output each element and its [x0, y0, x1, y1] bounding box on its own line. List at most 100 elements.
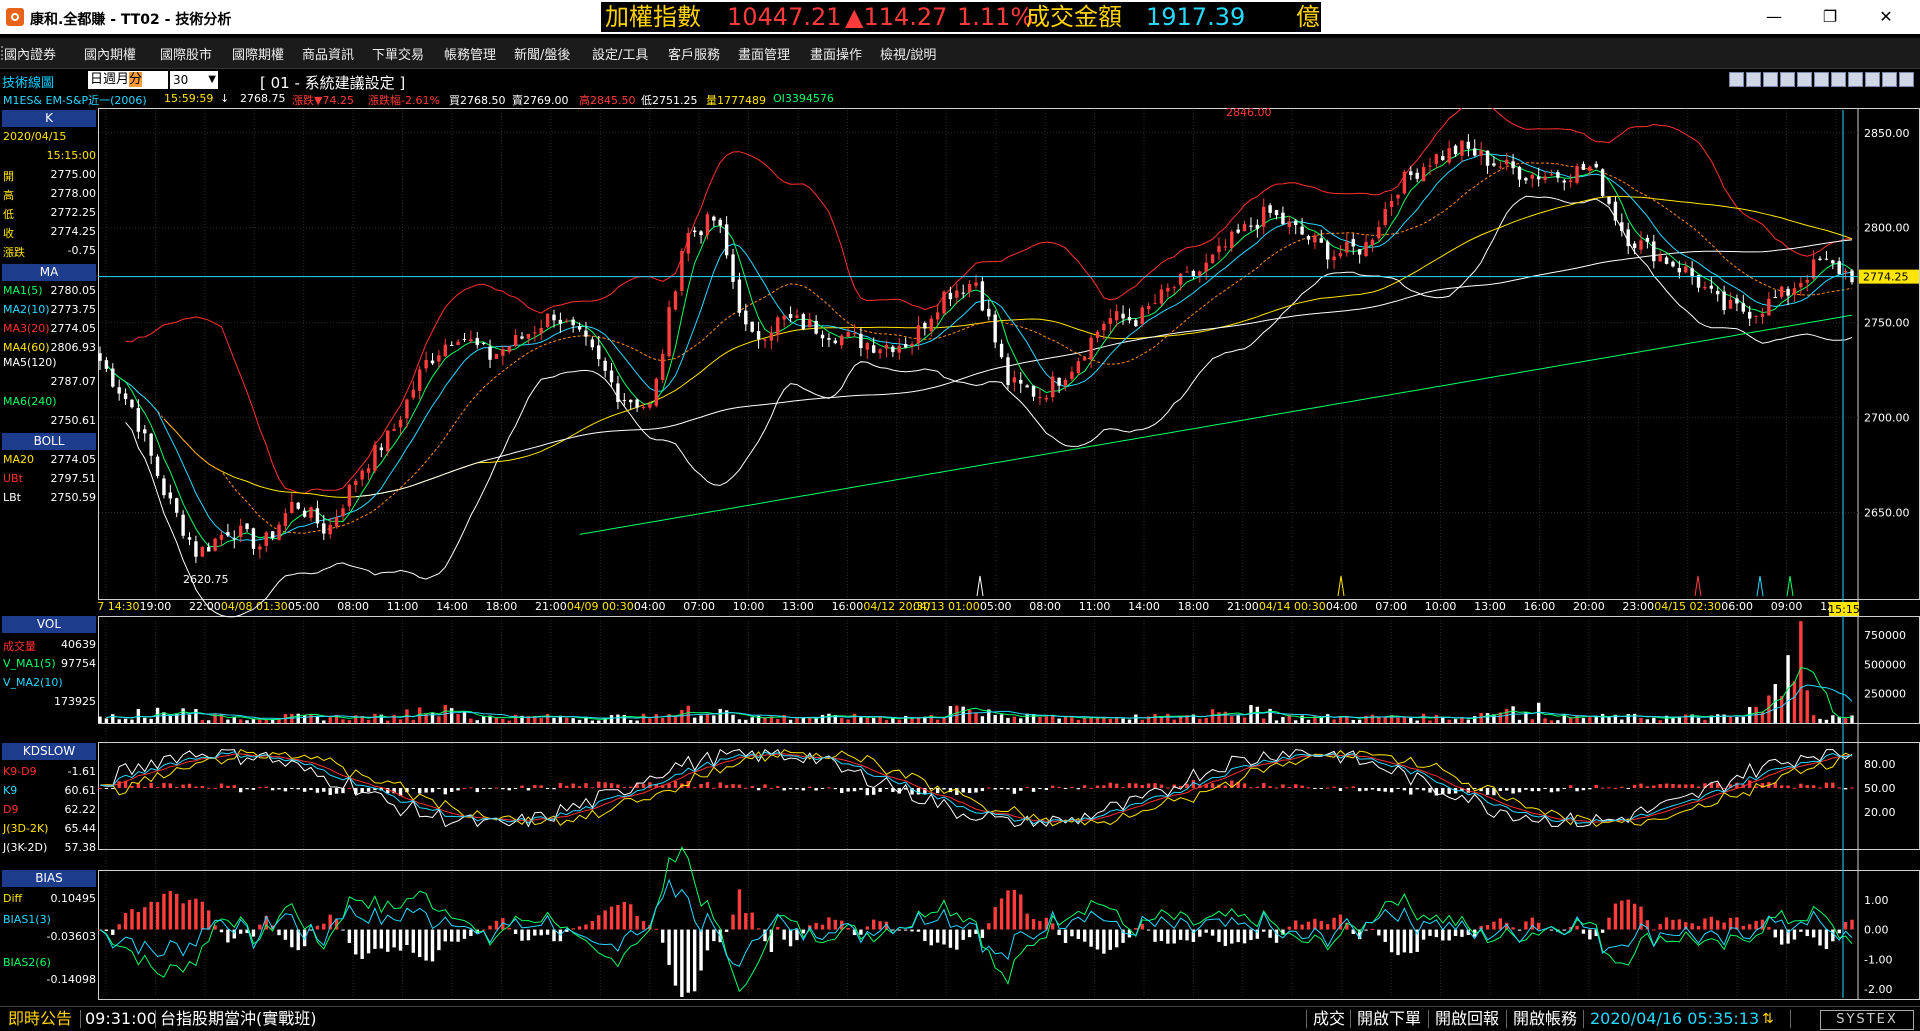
period-option-week[interactable]: 週 — [103, 72, 116, 87]
time-tick-9: 21:00 — [535, 600, 567, 613]
candle-body — [533, 332, 537, 334]
kd-diff-bar — [993, 788, 997, 790]
print-icon[interactable] — [1831, 72, 1846, 87]
candle-body — [1664, 257, 1669, 264]
bias-diff-bar — [315, 925, 320, 930]
plus-icon[interactable] — [1763, 72, 1778, 87]
candle-body — [814, 320, 818, 334]
kd-diff-bar — [1639, 783, 1643, 788]
menu-item-5[interactable]: 下單交易 — [372, 44, 424, 63]
bias-diff-bar — [1012, 889, 1017, 930]
bias-diff-bar — [1709, 916, 1714, 930]
menu-item-9[interactable]: 客戶服務 — [668, 44, 720, 63]
menu-item-6[interactable]: 帳務管理 — [444, 44, 496, 63]
bias-diff-bar — [449, 929, 454, 942]
boll-label-2: LBt — [3, 491, 21, 504]
bias-diff-bar — [1402, 929, 1407, 953]
candle-body — [194, 541, 198, 557]
menu-item-4[interactable]: 商品資訊 — [302, 44, 354, 63]
bias-diff-bar — [654, 928, 658, 930]
crosshair-icon[interactable] — [1729, 72, 1744, 87]
candle-body — [1786, 288, 1790, 296]
technical-chart[interactable]: 2850.00 2800.00 2750.00 2700.00 2650.00 04/07… — [98, 108, 1920, 1000]
candle-body — [1517, 166, 1522, 180]
candle-body — [744, 310, 748, 325]
notice-text[interactable]: 台指股期當沖(實戰班) — [160, 1007, 317, 1031]
candle-body — [245, 523, 249, 529]
time-tick-6: 11:00 — [387, 600, 419, 613]
menu-item-3[interactable]: 國際期權 — [232, 44, 284, 63]
period-option-minute[interactable]: 分 — [129, 72, 143, 87]
volume-bar — [194, 709, 198, 723]
bias-diff-bar — [1153, 929, 1157, 942]
copy-icon[interactable] — [1848, 72, 1863, 87]
trade-button[interactable]: 成交 — [1313, 1007, 1345, 1031]
notice-label[interactable]: 即時公告 — [8, 1007, 72, 1031]
section-header-ma: MA — [2, 264, 96, 281]
volume-bar — [1357, 719, 1362, 723]
bias-diff-bar — [1632, 903, 1637, 930]
volume-bar — [1632, 713, 1637, 723]
candle-body — [539, 328, 543, 334]
candle-body — [1434, 154, 1439, 164]
window-icon[interactable] — [1882, 72, 1897, 87]
open-account-button[interactable]: 開啟帳務 — [1513, 1007, 1577, 1031]
candle-body — [1831, 260, 1835, 264]
bias-diff-bar — [1134, 928, 1138, 930]
candle-body — [545, 313, 550, 327]
volume-bar — [884, 720, 889, 723]
candle-body — [354, 480, 358, 486]
kd-label-4: J(3K-2D) — [3, 841, 48, 854]
volume-ma10-line — [106, 684, 1853, 720]
menu-item-12[interactable]: 檢視/說明 — [880, 44, 936, 63]
volume-bar — [1121, 718, 1125, 723]
period-option-month[interactable]: 月 — [116, 72, 129, 87]
kd-diff-bar — [744, 787, 748, 789]
bias-diff-bar — [756, 928, 761, 930]
open-report-button[interactable]: 開啟回報 — [1435, 1007, 1499, 1031]
save-icon[interactable] — [1865, 72, 1880, 87]
candle-body — [405, 399, 409, 419]
minus-icon[interactable] — [1746, 72, 1761, 87]
bias-diff-bar — [1447, 929, 1451, 941]
volume-bar — [1792, 681, 1797, 723]
candle-body — [648, 403, 652, 408]
kd-diff-bar — [1530, 788, 1534, 792]
kd-diff-bar — [1620, 786, 1624, 788]
menu-item-11[interactable]: 畫面操作 — [810, 44, 862, 63]
candle-body — [347, 484, 352, 507]
menu-item-8[interactable]: 設定/工具 — [592, 44, 648, 63]
bias-diff-bar — [1364, 929, 1368, 931]
bias-diff-bar — [513, 929, 518, 934]
volume-bar — [590, 720, 595, 723]
kd-diff-bar — [840, 788, 844, 794]
candle-body — [1300, 226, 1304, 235]
zoom-in-icon[interactable] — [1780, 72, 1795, 87]
close-button[interactable]: ✕ — [1864, 4, 1908, 30]
candle-body — [175, 498, 179, 513]
chevron-down-icon[interactable]: ▼ — [208, 71, 216, 89]
zoom-out-icon[interactable] — [1797, 72, 1812, 87]
candle-body — [1760, 313, 1765, 317]
volume-bar — [1696, 717, 1701, 723]
bias-diff-bar — [692, 929, 697, 992]
interval-select[interactable]: 30 ▼ — [170, 71, 218, 89]
close-icon[interactable] — [1899, 72, 1914, 87]
candle-body — [117, 387, 121, 394]
menu-item-7[interactable]: 新聞/盤後 — [514, 44, 570, 63]
kd-diff-bar — [673, 780, 678, 788]
menu-item-1[interactable]: 國內期權 — [84, 44, 136, 63]
kd-diff-bar — [1249, 787, 1253, 789]
period-option-day[interactable]: 日 — [90, 72, 103, 87]
volume-bar — [903, 715, 908, 723]
period-selector[interactable]: 日週月分 — [88, 71, 168, 89]
open-order-button[interactable]: 開啟下單 — [1357, 1007, 1421, 1031]
menu-item-2[interactable]: 國際股市 — [160, 44, 212, 63]
menu-item-10[interactable]: 畫面管理 — [738, 44, 790, 63]
search-icon[interactable] — [1814, 72, 1829, 87]
bias-diff-bar — [545, 929, 550, 935]
maximize-button[interactable]: ❐ — [1808, 4, 1852, 30]
menu-item-0[interactable]: 國內證券 — [4, 44, 56, 63]
minimize-button[interactable]: — — [1752, 4, 1796, 30]
kd-diff-bar — [226, 785, 230, 788]
